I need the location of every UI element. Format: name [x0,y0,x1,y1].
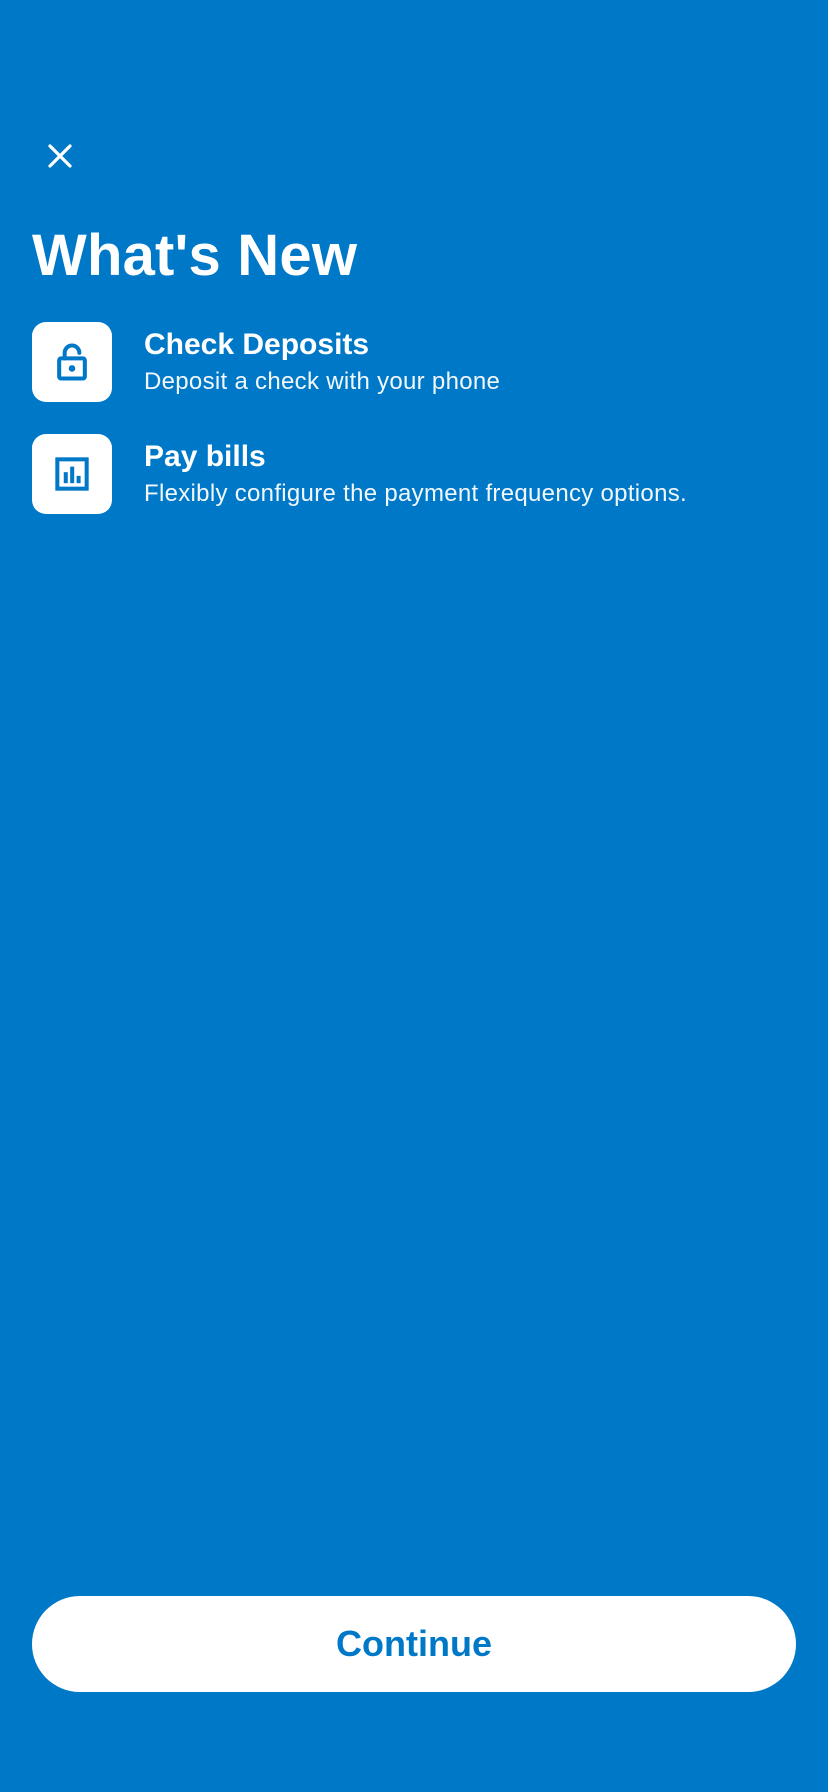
unlock-icon [57,343,87,381]
feature-text: Pay bills Flexibly configure the payment… [144,439,687,509]
feature-item-pay-bills: Pay bills Flexibly configure the payment… [32,434,796,514]
feature-icon-container [32,322,112,402]
feature-title: Pay bills [144,440,266,473]
feature-description: Deposit a check with your phone [144,368,501,395]
feature-text: Check Deposits Deposit a check with your… [144,327,500,397]
close-icon [48,144,72,168]
feature-title: Check Deposits [144,328,370,361]
feature-item-check-deposits: Check Deposits Deposit a check with your… [32,322,796,402]
feature-icon-container [32,434,112,514]
feature-description: Flexibly configure the payment frequency… [144,480,687,507]
continue-button[interactable]: Continue [32,1596,796,1692]
feature-list: Check Deposits Deposit a check with your… [32,322,796,546]
bar-chart-icon [55,457,89,491]
page-title: What's New [32,223,358,288]
close-button[interactable] [32,128,88,184]
